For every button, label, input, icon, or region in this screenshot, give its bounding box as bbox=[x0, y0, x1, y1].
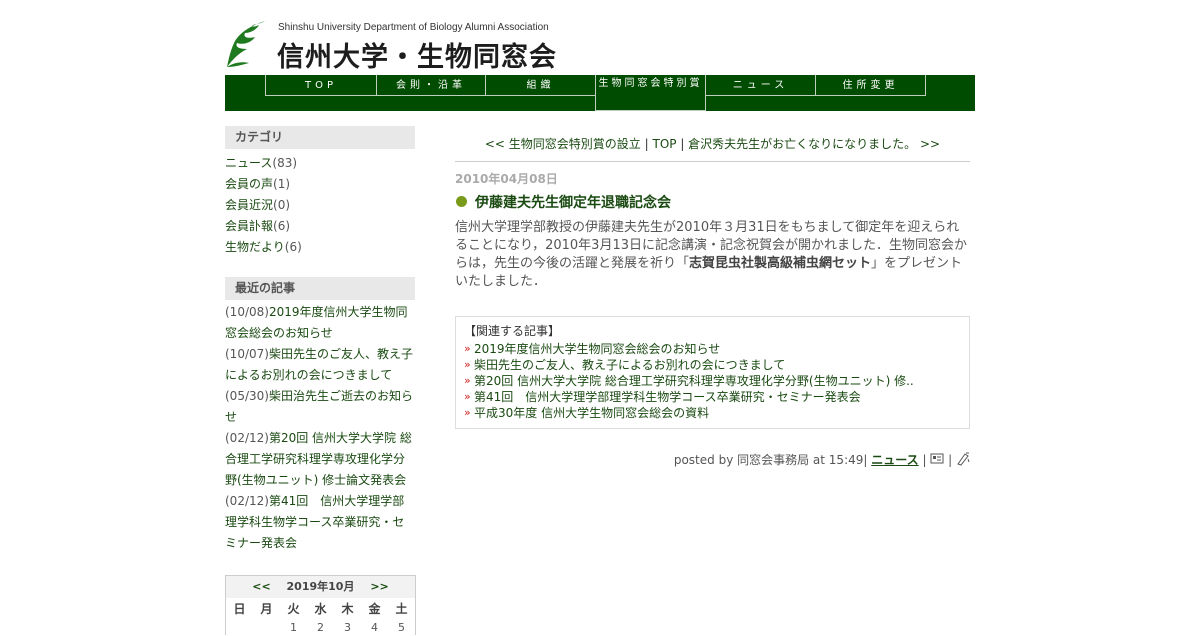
recent-date: (05/30) bbox=[225, 389, 269, 403]
arrow-icon: » bbox=[464, 374, 471, 387]
site-header: Shinshu University Department of Biology… bbox=[225, 17, 975, 74]
body-emphasis: 志賀昆虫社製高級補虫網セット bbox=[689, 256, 872, 271]
weekday-label: 木 bbox=[341, 602, 354, 616]
main-nav: TOP 会則・沿革 組織 生物同窓会特別賞 ニュース 住所変更 bbox=[225, 75, 975, 111]
related-list: » 2019年度信州大学生物同窓会総会のお知らせ » 柴田先生のご友人、教え子による… bbox=[464, 341, 961, 421]
related-item[interactable]: » 第20回 信州大学大学院 総合理工学研究科理学専攻理化学分野(生物ユニット) … bbox=[464, 373, 961, 389]
calendar-weekdays: 日 月 火 水 木 金 土 bbox=[226, 598, 415, 620]
weekday-label: 月 bbox=[260, 602, 273, 616]
related-link[interactable]: 柴田先生のご友人、教え子によるお別れの会につきまして bbox=[474, 358, 785, 372]
related-item[interactable]: » 柴田先生のご友人、教え子によるお別れの会につきまして bbox=[464, 357, 961, 373]
post-title[interactable]: 伊藤建夫先生御定年退職記念会 bbox=[475, 192, 671, 212]
calendar-day: 1 bbox=[290, 621, 297, 634]
category-count: (83) bbox=[272, 156, 298, 170]
calendar-day: 5 bbox=[398, 621, 405, 634]
calendar-day: 4 bbox=[371, 621, 378, 634]
related-link[interactable]: 平成30年度 信州大学生物同窓会総会の資料 bbox=[474, 406, 709, 420]
calendar-next-button[interactable]: >> bbox=[370, 580, 388, 593]
related-item[interactable]: » 第41回 信州大学理学部理学科生物学コース卒業研究・セミナー発表会 bbox=[464, 389, 961, 405]
nav-item-address-change[interactable]: 住所変更 bbox=[815, 75, 926, 96]
weekday-label: 火 bbox=[287, 602, 300, 616]
post-category-link[interactable]: ニュース bbox=[871, 453, 918, 467]
weekday-label: 金 bbox=[368, 602, 381, 616]
nav-item-organization[interactable]: 組織 bbox=[485, 75, 596, 96]
recent-item[interactable]: (02/12)第20回 信州大学大学院 総合理工学研究科理学専攻理化学分野(生物… bbox=[225, 428, 413, 491]
post-footer: posted by 同窓会事務局 at 15:49| ニュース | | bbox=[455, 451, 970, 468]
related-item[interactable]: » 2019年度信州大学生物同窓会総会のお知らせ bbox=[464, 341, 961, 357]
related-link[interactable]: 2019年度信州大学生物同窓会総会のお知らせ bbox=[474, 342, 720, 356]
related-item[interactable]: » 平成30年度 信州大学生物同窓会総会の資料 bbox=[464, 405, 961, 421]
related-link[interactable]: 第41回 信州大学理学部理学科生物学コース卒業研究・セミナー発表会 bbox=[474, 390, 861, 404]
prev-post-link[interactable]: << 生物同窓会特別賞の設立 bbox=[485, 137, 641, 151]
category-item-bio-news[interactable]: 生物だより(6) bbox=[225, 238, 302, 255]
arrow-icon: » bbox=[464, 358, 471, 371]
calendar-day: 2 bbox=[317, 621, 324, 634]
weekday-label: 水 bbox=[314, 602, 327, 616]
calendar-day bbox=[253, 620, 280, 636]
categories-heading: カテゴリ bbox=[225, 126, 415, 149]
post-date: 2010年04月08日 bbox=[455, 172, 558, 186]
category-label[interactable]: 会員訃報 bbox=[225, 219, 273, 233]
category-label[interactable]: 会員の声 bbox=[225, 177, 273, 191]
next-post-link[interactable]: 倉沢秀夫先生がお亡くなりになりました。 >> bbox=[688, 137, 940, 151]
category-count: (6) bbox=[284, 240, 302, 254]
category-item-updates[interactable]: 会員近況(0) bbox=[225, 196, 290, 213]
bullet-icon bbox=[456, 196, 467, 207]
divider bbox=[455, 161, 970, 162]
calendar-header: << 2019年10月 >> bbox=[226, 576, 415, 598]
calendar-prev-button[interactable]: << bbox=[252, 580, 270, 593]
comment-icon[interactable] bbox=[930, 452, 944, 466]
weekday-label: 土 bbox=[395, 602, 408, 616]
related-articles-box: 【関連する記事】 » 2019年度信州大学生物同窓会総会のお知らせ » 柴田先生のご… bbox=[455, 316, 970, 429]
site-title[interactable]: 信州大学・生物同窓会 bbox=[277, 35, 557, 74]
pager-separator: | bbox=[676, 137, 689, 151]
recent-item[interactable]: (10/08)2019年度信州大学生物同窓会総会のお知らせ bbox=[225, 302, 413, 344]
recent-date: (02/12) bbox=[225, 494, 269, 508]
recent-item[interactable]: (10/07)柴田先生のご友人、教え子によるお別れの会につきまして bbox=[225, 344, 413, 386]
wing-logo-icon[interactable] bbox=[225, 19, 269, 69]
calendar-day bbox=[226, 620, 253, 636]
calendar-day: 3 bbox=[344, 621, 351, 634]
recent-date: (10/07) bbox=[225, 347, 269, 361]
category-item-news[interactable]: ニュース(83) bbox=[225, 154, 297, 171]
arrow-icon: » bbox=[464, 342, 471, 355]
recent-item[interactable]: (05/30)柴田治先生ご逝去のお知らせ bbox=[225, 386, 413, 428]
recent-heading: 最近の記事 bbox=[225, 277, 415, 300]
recent-item[interactable]: (02/12)第41回 信州大学理学部理学科生物学コース卒業研究・セミナー発表会 bbox=[225, 491, 413, 554]
nav-item-special-award[interactable]: 生物同窓会特別賞 bbox=[595, 75, 706, 111]
top-link[interactable]: TOP bbox=[652, 137, 676, 151]
category-label[interactable]: 生物だより bbox=[225, 240, 285, 254]
arrow-icon: » bbox=[464, 406, 471, 419]
related-link[interactable]: 第20回 信州大学大学院 総合理工学研究科理学専攻理化学分野(生物ユニット) 修… bbox=[474, 374, 914, 388]
nav-item-rules[interactable]: 会則・沿革 bbox=[376, 75, 486, 96]
category-count: (6) bbox=[273, 219, 291, 233]
site-subtitle: Shinshu University Department of Biology… bbox=[278, 22, 549, 33]
arrow-icon: » bbox=[464, 390, 471, 403]
recent-date: (02/12) bbox=[225, 431, 269, 445]
related-heading: 【関連する記事】 bbox=[464, 324, 561, 338]
pager-separator: | bbox=[640, 137, 653, 151]
footer-separator: | bbox=[944, 453, 956, 467]
footer-separator: | bbox=[918, 453, 931, 467]
post-body: 信州大学理学部教授の伊藤建夫先生が2010年３月31日をもちまして御定年を迎えら… bbox=[455, 219, 970, 291]
posted-by-text: posted by 同窓会事務局 at 15:49| bbox=[673, 453, 872, 467]
recent-date: (10/08) bbox=[225, 305, 269, 319]
nav-item-top[interactable]: TOP bbox=[265, 75, 377, 96]
weekday-label: 日 bbox=[233, 602, 246, 616]
category-count: (0) bbox=[273, 198, 291, 212]
category-count: (1) bbox=[273, 177, 291, 191]
calendar: << 2019年10月 >> 日 月 火 水 木 金 土 1 2 3 4 5 bbox=[225, 575, 416, 636]
nav-item-news[interactable]: ニュース bbox=[705, 75, 816, 96]
calendar-month: 2019年10月 bbox=[286, 580, 355, 593]
post-pager: << 生物同窓会特別賞の設立 | TOP | 倉沢秀夫先生がお亡くなりになりまし… bbox=[455, 135, 970, 152]
category-item-voice[interactable]: 会員の声(1) bbox=[225, 175, 290, 192]
category-label[interactable]: 会員近況 bbox=[225, 198, 273, 212]
trackback-icon[interactable] bbox=[956, 452, 970, 466]
category-item-obituary[interactable]: 会員訃報(6) bbox=[225, 217, 290, 234]
category-label[interactable]: ニュース bbox=[225, 156, 272, 170]
calendar-week-row: 1 2 3 4 5 bbox=[226, 620, 415, 636]
